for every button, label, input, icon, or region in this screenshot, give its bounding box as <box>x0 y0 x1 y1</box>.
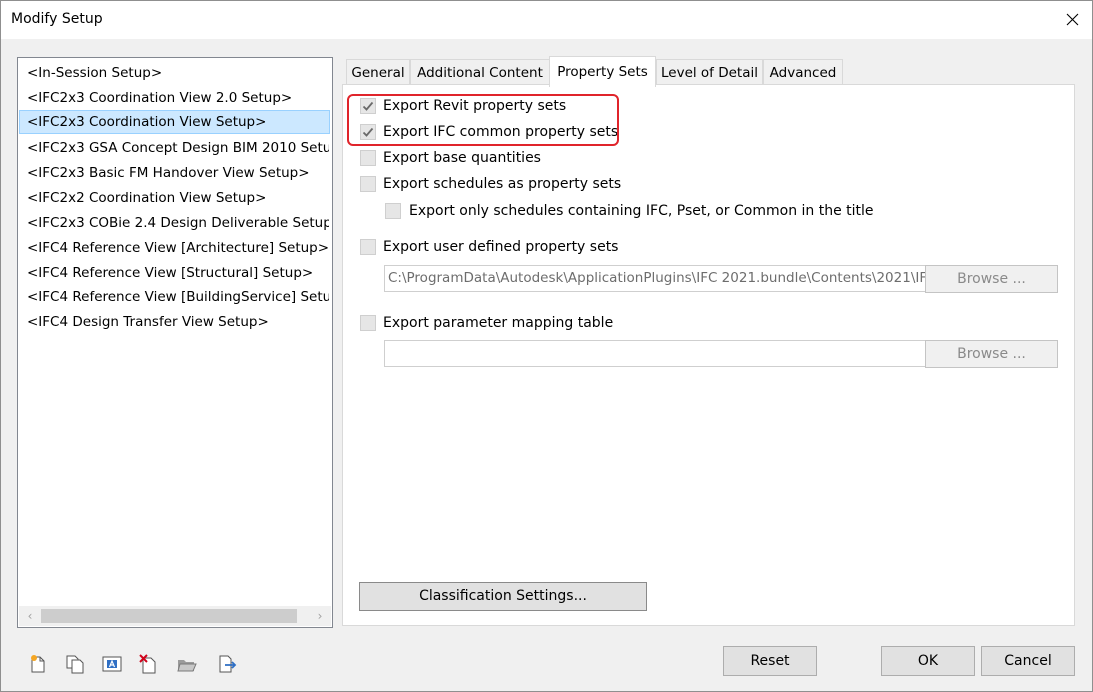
classification-settings-button[interactable]: Classification Settings... <box>359 582 647 611</box>
setup-item[interactable]: <In-Session Setup> <box>19 61 329 85</box>
open-folder-icon[interactable] <box>176 653 198 675</box>
setup-item[interactable]: <IFC4 Design Transfer View Setup> <box>19 310 329 334</box>
setup-item[interactable]: <IFC4 Reference View [BuildingService] S… <box>19 285 329 309</box>
setup-item[interactable]: <IFC2x3 Coordination View 2.0 Setup> <box>19 86 329 110</box>
tab-additional-content[interactable]: Additional Content <box>410 59 550 85</box>
tab-general[interactable]: General <box>346 59 410 85</box>
export-ifc-common-psets-label: Export IFC common property sets <box>383 124 619 140</box>
checkmark-icon <box>362 127 374 137</box>
export-revit-psets-checkbox[interactable] <box>360 98 376 114</box>
setup-item[interactable]: <IFC4 Reference View [Architecture] Setu… <box>19 236 329 260</box>
tab-advanced[interactable]: Advanced <box>763 59 843 85</box>
export-param-mapping-label: Export parameter mapping table <box>383 315 614 331</box>
export-revit-psets-label: Export Revit property sets <box>383 98 567 114</box>
export-base-quantities-checkbox[interactable] <box>360 150 376 166</box>
export-only-schedules-checkbox[interactable] <box>385 203 401 219</box>
browse-user-psets-button[interactable]: Browse ... <box>925 265 1058 293</box>
scroll-left-icon[interactable]: ‹ <box>21 606 39 626</box>
title-bar: Modify Setup <box>1 1 1092 39</box>
setup-item[interactable]: <IFC4 Reference View [Structural] Setup> <box>19 261 329 285</box>
setup-item[interactable]: <IFC2x3 COBie 2.4 Design Deliverable Set… <box>19 211 329 235</box>
setup-list[interactable]: <In-Session Setup> <IFC2x3 Coordination … <box>17 57 333 628</box>
reset-button[interactable]: Reset <box>723 646 817 676</box>
export-base-quantities-label: Export base quantities <box>383 150 541 166</box>
setup-item-selected[interactable]: <IFC2x3 Coordination View Setup> <box>19 110 330 134</box>
export-schedules-checkbox[interactable] <box>360 176 376 192</box>
scroll-right-icon[interactable]: › <box>311 606 329 626</box>
close-icon[interactable] <box>1063 11 1083 29</box>
setup-item[interactable]: <IFC2x3 Basic FM Handover View Setup> <box>19 161 329 185</box>
scrollbar-thumb[interactable] <box>41 609 297 623</box>
user-psets-path-field[interactable]: C:\ProgramData\Autodesk\ApplicationPlugi… <box>384 265 926 292</box>
export-ifc-common-psets-checkbox[interactable] <box>360 124 376 140</box>
export-user-psets-label: Export user defined property sets <box>383 239 619 255</box>
ok-button[interactable]: OK <box>881 646 975 676</box>
export-schedules-label: Export schedules as property sets <box>383 176 622 192</box>
export-user-psets-checkbox[interactable] <box>360 239 376 255</box>
tab-property-sets[interactable]: Property Sets <box>549 56 656 87</box>
new-setup-icon[interactable] <box>27 653 49 675</box>
export-param-mapping-checkbox[interactable] <box>360 315 376 331</box>
setup-item[interactable]: <IFC2x2 Coordination View Setup> <box>19 186 329 210</box>
export-only-schedules-label: Export only schedules containing IFC, Ps… <box>409 203 874 219</box>
window-title: Modify Setup <box>11 11 103 27</box>
tab-level-of-detail[interactable]: Level of Detail <box>656 59 763 85</box>
param-mapping-path-field[interactable] <box>384 340 926 367</box>
horizontal-scrollbar[interactable]: ‹ › <box>19 606 331 626</box>
duplicate-setup-icon[interactable] <box>64 653 86 675</box>
checkmark-icon <box>362 101 374 111</box>
setup-item[interactable]: <IFC2x3 GSA Concept Design BIM 2010 Setu… <box>19 136 329 160</box>
cancel-button[interactable]: Cancel <box>981 646 1075 676</box>
browse-param-mapping-button[interactable]: Browse ... <box>925 340 1058 368</box>
rename-setup-icon[interactable] <box>101 653 123 675</box>
export-setup-icon[interactable] <box>216 653 238 675</box>
delete-setup-icon[interactable] <box>138 653 160 675</box>
